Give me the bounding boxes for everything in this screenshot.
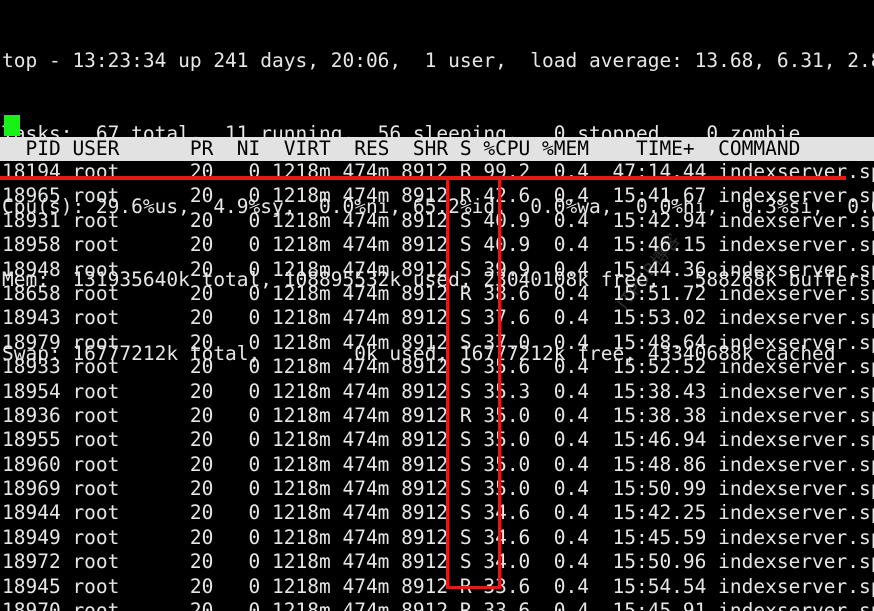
process-row: 18936 root 20 0 1218m 474m 8912 R 35.0 0… xyxy=(2,403,874,427)
process-table-header: PID USER PR NI VIRT RES SHR S %CPU %MEM … xyxy=(0,137,874,161)
process-row: 18954 root 20 0 1218m 474m 8912 S 35.3 0… xyxy=(2,379,874,403)
process-row: 18958 root 20 0 1218m 474m 8912 S 40.9 0… xyxy=(2,233,874,257)
process-row: 18970 root 20 0 1218m 474m 8912 R 33.6 0… xyxy=(2,599,874,611)
process-row: 18965 root 20 0 1218m 474m 8912 R 42.6 0… xyxy=(2,184,874,208)
process-row: 18945 root 20 0 1218m 474m 8912 R 33.6 0… xyxy=(2,574,874,598)
process-row: 18931 root 20 0 1218m 474m 8912 S 40.9 0… xyxy=(2,208,874,232)
process-row: 18933 root 20 0 1218m 474m 8912 S 35.6 0… xyxy=(2,355,874,379)
process-row: 18194 root 20 0 1218m 474m 8912 R 99.2 0… xyxy=(2,160,874,183)
terminal-cursor xyxy=(4,115,20,136)
annotation-underline-top-process xyxy=(0,176,846,180)
process-row: 18949 root 20 0 1218m 474m 8912 S 34.6 0… xyxy=(2,525,874,549)
process-row: 18943 root 20 0 1218m 474m 8912 S 37.6 0… xyxy=(2,306,874,330)
process-row: 18658 root 20 0 1218m 474m 8912 R 38.6 0… xyxy=(2,281,874,305)
process-row: 18944 root 20 0 1218m 474m 8912 S 34.6 0… xyxy=(2,501,874,525)
process-row: 18948 root 20 0 1218m 474m 8912 S 39.9 0… xyxy=(2,257,874,281)
process-row: 18960 root 20 0 1218m 474m 8912 S 35.0 0… xyxy=(2,452,874,476)
process-row: 18955 root 20 0 1218m 474m 8912 S 35.0 0… xyxy=(2,428,874,452)
summary-line-uptime: top - 13:23:34 up 241 days, 20:06, 1 use… xyxy=(2,48,874,72)
annotation-box-cpu-column xyxy=(446,176,501,589)
process-row: 18979 root 20 0 1218m 474m 8912 S 37.0 0… xyxy=(2,330,874,354)
process-table-body: 18194 root 20 0 1218m 474m 8912 R 99.2 0… xyxy=(2,160,874,611)
process-row: 18972 root 20 0 1218m 474m 8912 S 34.0 0… xyxy=(2,550,874,574)
process-row: 18969 root 20 0 1218m 474m 8912 S 35.0 0… xyxy=(2,477,874,501)
top-terminal-window[interactable]: ITPUB博客 top - 13:23:34 up 241 days, 20:0… xyxy=(0,0,874,611)
